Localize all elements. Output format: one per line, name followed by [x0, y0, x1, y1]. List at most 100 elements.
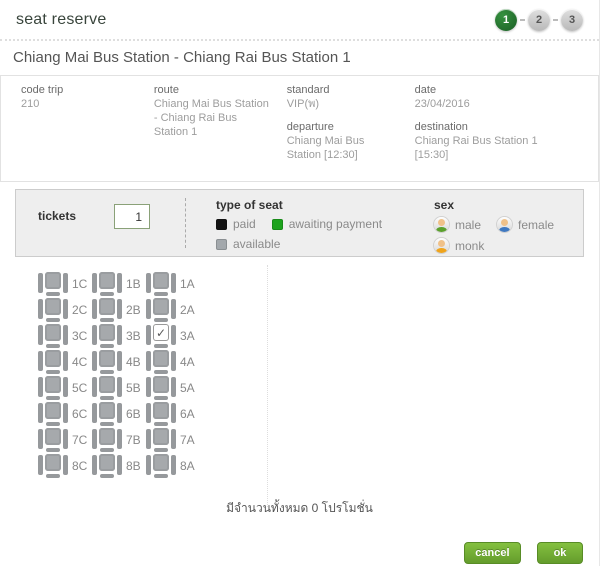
seat-2C[interactable] [38, 298, 68, 322]
destination-label: destination [415, 121, 564, 133]
seat-cushion [100, 370, 114, 374]
seat-armrest [63, 377, 68, 397]
seat-armrest [92, 351, 97, 371]
seat-armrest [63, 455, 68, 475]
seat-armrest [146, 403, 151, 423]
seat-4B[interactable] [92, 350, 122, 374]
monk-avatar-icon [434, 238, 449, 253]
seat-armrest [171, 429, 176, 449]
seat-armrest [38, 403, 43, 423]
tickets-input[interactable] [114, 204, 150, 229]
seat-cushion [46, 396, 60, 400]
ok-button[interactable]: ok [537, 542, 583, 564]
seat-back: ✓ [153, 324, 169, 341]
destination-value: Chiang Rai Bus Station 1 [15:30] [415, 135, 564, 163]
seat-armrest [171, 351, 176, 371]
seat-armrest [38, 429, 43, 449]
seat-label-1B: 1B [126, 277, 142, 291]
seat-armrest [38, 273, 43, 293]
seat-5A[interactable] [146, 376, 176, 400]
seat-cushion [100, 292, 114, 296]
seat-back [153, 376, 169, 393]
seat-back [99, 324, 115, 341]
seat-8C[interactable] [38, 454, 68, 478]
seat-label-5A: 5A [180, 381, 196, 395]
seat-8A[interactable] [146, 454, 176, 478]
seat-armrest [63, 429, 68, 449]
step-2[interactable]: 2 [528, 9, 550, 31]
seat-cushion [154, 370, 168, 374]
seat-3A[interactable]: ✓ [146, 324, 176, 348]
seat-back [153, 428, 169, 445]
seat-armrest [117, 403, 122, 423]
seat-armrest [146, 377, 151, 397]
seat-armrest [171, 299, 176, 319]
seat-armrest [38, 377, 43, 397]
seat-cushion [46, 474, 60, 478]
seat-row-4: 4C4B4A [0, 349, 599, 375]
seat-5C[interactable] [38, 376, 68, 400]
date-label: date [415, 84, 564, 96]
seat-back [153, 350, 169, 367]
seat-armrest [117, 377, 122, 397]
seat-2A[interactable] [146, 298, 176, 322]
seat-armrest [117, 455, 122, 475]
seat-cushion [46, 370, 60, 374]
seat-armrest [92, 377, 97, 397]
seat-cushion [154, 474, 168, 478]
seat-1A[interactable] [146, 272, 176, 296]
promotion-count-text: มีจำนวนทั้งหมด 0 โปรโมชั่น [0, 499, 599, 518]
seat-4A[interactable] [146, 350, 176, 374]
seat-armrest [146, 455, 151, 475]
female-avatar-icon [497, 217, 512, 232]
seat-armrest [171, 325, 176, 345]
seat-label-6B: 6B [126, 407, 142, 421]
seat-1B[interactable] [92, 272, 122, 296]
seat-label-6C: 6C [72, 407, 88, 421]
seat-armrest [63, 273, 68, 293]
seat-4C[interactable] [38, 350, 68, 374]
code-trip-label: code trip [21, 84, 140, 96]
seat-armrest [146, 325, 151, 345]
seat-map-divider [267, 265, 268, 507]
seat-8B[interactable] [92, 454, 122, 478]
seat-cushion [154, 422, 168, 426]
seat-cushion [46, 422, 60, 426]
seat-row-6: 6C6B6A [0, 401, 599, 427]
seat-back [99, 272, 115, 289]
seat-back [153, 402, 169, 419]
step-connector [553, 19, 558, 21]
seat-7B[interactable] [92, 428, 122, 452]
seat-6B[interactable] [92, 402, 122, 426]
standard-value: VIP(พ) [287, 98, 401, 112]
seat-6A[interactable] [146, 402, 176, 426]
seat-back [45, 428, 61, 445]
step-3[interactable]: 3 [561, 9, 583, 31]
seat-row-7: 7C7B7A [0, 427, 599, 453]
step-1[interactable]: 1 [495, 9, 517, 31]
seat-7A[interactable] [146, 428, 176, 452]
page-title: seat reserve [16, 11, 106, 29]
seat-cushion [154, 396, 168, 400]
cancel-button[interactable]: cancel [464, 542, 520, 564]
seat-7C[interactable] [38, 428, 68, 452]
info-col-standard-departure: standard VIP(พ) departure Chiang Mai Bus… [287, 84, 415, 171]
seat-label-4C: 4C [72, 355, 88, 369]
seat-3B[interactable] [92, 324, 122, 348]
seat-armrest [171, 273, 176, 293]
seat-armrest [63, 299, 68, 319]
seat-cushion [154, 318, 168, 322]
date-value: 23/04/2016 [415, 98, 564, 112]
seat-row-2: 2C2B2A [0, 297, 599, 323]
seat-5B[interactable] [92, 376, 122, 400]
departure-value: Chiang Mai Bus Station [12:30] [287, 135, 401, 163]
seat-2B[interactable] [92, 298, 122, 322]
seat-back [45, 376, 61, 393]
seat-label-1A: 1A [180, 277, 196, 291]
seat-back [45, 298, 61, 315]
seat-cushion [46, 318, 60, 322]
seat-6C[interactable] [38, 402, 68, 426]
seat-3C[interactable] [38, 324, 68, 348]
seat-1C[interactable] [38, 272, 68, 296]
route-title: Chiang Mai Bus Station - Chiang Rai Bus … [0, 41, 599, 75]
